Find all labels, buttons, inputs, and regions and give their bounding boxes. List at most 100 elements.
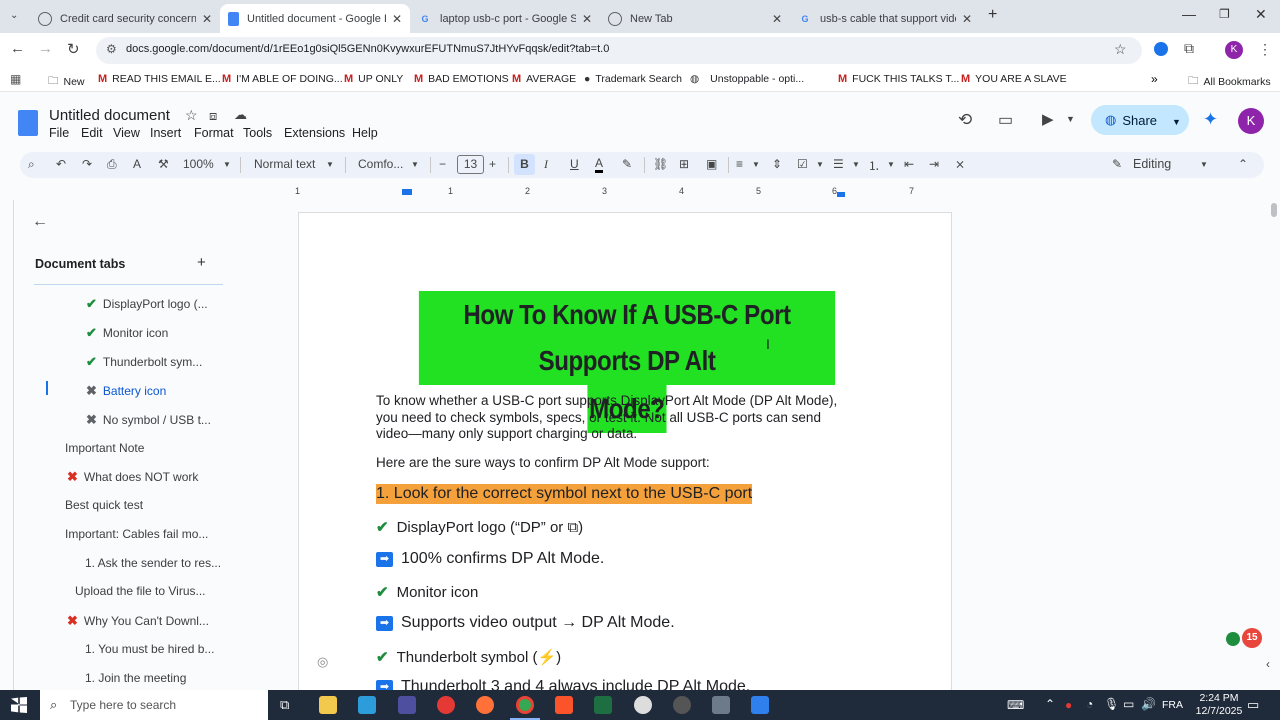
- insert-image-icon[interactable]: ▣: [706, 157, 717, 171]
- back-arrow-icon[interactable]: ←: [10, 40, 25, 57]
- store-icon[interactable]: [398, 696, 416, 714]
- star-icon[interactable]: ☆: [185, 107, 198, 124]
- microphone-icon[interactable]: 🎙: [1104, 697, 1119, 711]
- chevron-down-icon[interactable]: ▼: [1066, 114, 1075, 124]
- outline-item[interactable]: ✖ No symbol / USB t...: [86, 412, 211, 428]
- new-tab-button[interactable]: +: [988, 6, 997, 24]
- all-bookmarks[interactable]: 🗀 All Bookmarks: [1188, 73, 1271, 91]
- meet-icon[interactable]: ▶: [1042, 110, 1054, 128]
- close-tab-icon[interactable]: ✕: [962, 12, 972, 26]
- tab-laptop-usbc[interactable]: G laptop usb-c port - Google Sea ✕: [410, 4, 600, 33]
- tab-untitled-document[interactable]: Untitled document - Google Do ✕: [220, 4, 410, 33]
- numbered-list-icon[interactable]: ⒈: [868, 157, 880, 174]
- site-info-icon[interactable]: ⚙: [106, 42, 117, 56]
- clock-date[interactable]: 12/7/2025: [1192, 705, 1246, 717]
- font-size-input[interactable]: 13: [457, 155, 484, 174]
- move-folder-icon[interactable]: ⧈: [209, 108, 217, 124]
- redo-icon[interactable]: ↷: [82, 157, 92, 171]
- outline-item[interactable]: ✖ What does NOT work: [67, 469, 198, 485]
- bookmark-item[interactable]: M YOU ARE A SLAVE: [961, 73, 1067, 85]
- clock-time[interactable]: 2:24 PM: [1194, 692, 1244, 704]
- clock-app-icon[interactable]: [634, 696, 652, 714]
- forward-arrow-icon[interactable]: →: [38, 40, 53, 57]
- keyboard-icon[interactable]: ⌨: [1007, 698, 1024, 712]
- style-select[interactable]: Normal text: [254, 157, 315, 171]
- notifications-icon[interactable]: ▭: [1247, 697, 1259, 713]
- menu-view[interactable]: View: [113, 126, 140, 140]
- notification-badge[interactable]: 15: [1242, 628, 1262, 648]
- indent-marker-icon[interactable]: [402, 189, 412, 195]
- app-icon[interactable]: [358, 696, 376, 714]
- increase-indent-icon[interactable]: ⇥: [929, 157, 939, 171]
- menu-file[interactable]: File: [49, 126, 69, 140]
- docs-logo-icon[interactable]: [18, 110, 38, 136]
- search-menus-icon[interactable]: ⌕: [28, 157, 35, 172]
- bold-icon[interactable]: B: [514, 154, 535, 175]
- bookmark-item[interactable]: M I'M ABLE OF DOING...: [222, 73, 343, 85]
- outline-item[interactable]: ✔ Monitor icon: [86, 325, 168, 341]
- bookmark-item[interactable]: ● Trademark Search: [584, 73, 682, 85]
- decrease-indent-icon[interactable]: ⇤: [904, 157, 914, 171]
- outline-item[interactable]: ✔ Thunderbolt sym...: [86, 354, 202, 370]
- address-bar[interactable]: ⚙ docs.google.com/document/d/1rEEo1g0siQ…: [96, 37, 1142, 64]
- profile-avatar[interactable]: K: [1225, 41, 1243, 59]
- zoom-select[interactable]: 100%: [183, 157, 214, 171]
- paint-format-icon[interactable]: ⚒: [158, 157, 169, 171]
- line-spacing-icon[interactable]: ⇕: [772, 157, 782, 171]
- reload-icon[interactable]: ↻: [67, 40, 80, 58]
- language-indicator[interactable]: FRA: [1162, 699, 1183, 711]
- maximize-button[interactable]: ❐: [1219, 7, 1230, 21]
- scrollbar-thumb[interactable]: [1271, 203, 1277, 217]
- italic-icon[interactable]: I: [544, 157, 548, 172]
- font-select[interactable]: Comfo...: [358, 157, 403, 171]
- outline-item[interactable]: Important Note: [65, 441, 144, 455]
- minimize-button[interactable]: —: [1182, 6, 1196, 22]
- back-arrow-icon[interactable]: ←: [32, 213, 48, 231]
- browser-menu-icon[interactable]: ⋮: [1258, 41, 1272, 58]
- chevron-up-icon[interactable]: ⌃: [1045, 697, 1055, 711]
- power-icon[interactable]: ▭: [1123, 697, 1134, 711]
- extension-icon[interactable]: [1154, 42, 1168, 56]
- side-panel-toggle-icon[interactable]: ‹: [1266, 657, 1270, 671]
- document-title[interactable]: Untitled document: [49, 107, 170, 124]
- fingerprint-icon[interactable]: ◎: [317, 654, 328, 670]
- bookmark-item[interactable]: M READ THIS EMAIL E...: [98, 73, 221, 85]
- bookmark-item[interactable]: ◍ Unstoppable - opti...: [690, 73, 804, 85]
- clear-formatting-icon[interactable]: ⨯: [955, 157, 965, 171]
- close-tab-icon[interactable]: ✕: [772, 12, 782, 26]
- list-item[interactable]: ✔ DisplayPort logo (“DP” or ⧉): [376, 518, 583, 537]
- windows-start-icon[interactable]: [11, 697, 27, 713]
- mode-select[interactable]: Editing: [1133, 157, 1171, 171]
- close-tab-icon[interactable]: ✕: [582, 12, 592, 26]
- increase-font-icon[interactable]: +: [489, 157, 496, 171]
- outline-item[interactable]: ✖ Why You Can't Downl...: [67, 613, 209, 629]
- list-item[interactable]: ✔ Monitor icon: [376, 583, 478, 602]
- intro-paragraph[interactable]: To know whether a USB-C port supports Di…: [376, 393, 856, 443]
- share-dropdown-icon[interactable]: ▼: [1172, 117, 1181, 127]
- task-view-icon[interactable]: ⧉: [280, 697, 289, 713]
- tray-app-icon[interactable]: ●: [1065, 698, 1072, 712]
- app-icon[interactable]: [673, 696, 691, 714]
- outline-item[interactable]: Important: Cables fail mo...: [65, 527, 208, 541]
- add-tab-icon[interactable]: +: [197, 254, 206, 271]
- puzzle-icon[interactable]: ⧉: [1184, 40, 1194, 57]
- list-item[interactable]: ✔ Thunderbolt symbol (⚡): [376, 648, 561, 666]
- comments-icon[interactable]: ▭: [998, 110, 1013, 130]
- url-text[interactable]: docs.google.com/document/d/1rEEo1g0siQl5…: [126, 43, 609, 55]
- outline-item[interactable]: ✔ DisplayPort logo (...: [86, 296, 208, 312]
- menu-format[interactable]: Format: [194, 126, 234, 140]
- list-note[interactable]: ➡ Supports video output → DP Alt Mode.: [376, 614, 675, 632]
- menu-edit[interactable]: Edit: [81, 126, 103, 140]
- highlight-icon[interactable]: ✎: [622, 157, 632, 171]
- outline-item-active[interactable]: ✖ Battery icon: [86, 383, 166, 399]
- tab-usb-cable[interactable]: G usb-s cable that support video ✕: [790, 4, 980, 33]
- print-icon[interactable]: ⎙: [107, 157, 117, 172]
- right-margin-marker-icon[interactable]: [837, 192, 845, 197]
- version-history-icon[interactable]: ⟲: [958, 110, 972, 130]
- outline-item[interactable]: 1. Join the meeting: [85, 671, 186, 685]
- tab-search-icon[interactable]: ⌄: [10, 10, 18, 21]
- firefox-icon[interactable]: [476, 696, 494, 714]
- bookmark-item[interactable]: M BAD EMOTIONS: [414, 73, 509, 85]
- account-avatar[interactable]: K: [1238, 108, 1264, 134]
- menu-help[interactable]: Help: [352, 126, 378, 140]
